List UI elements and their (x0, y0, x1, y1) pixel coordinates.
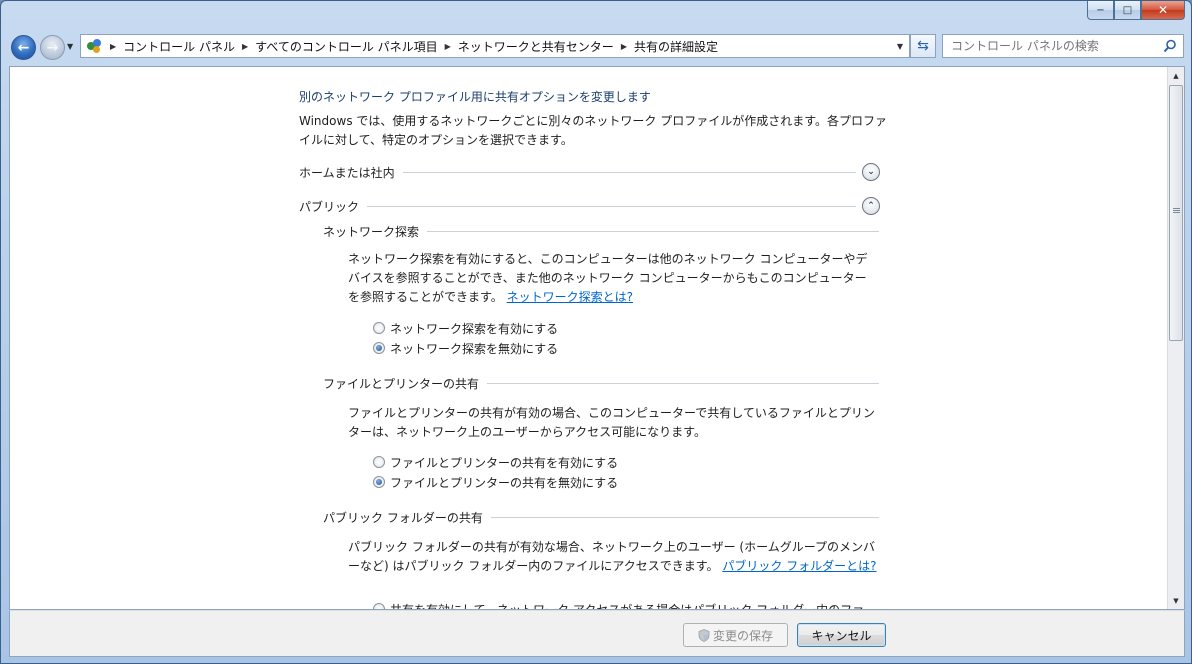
divider (490, 516, 879, 518)
public-folder-header: パブリック フォルダーの共有 (323, 508, 879, 526)
recent-pages-dropdown[interactable]: ▼ (67, 42, 73, 51)
radio-label: ファイルとプリンターの共有を無効にする (390, 475, 619, 490)
save-changes-button[interactable]: 変更の保存 (683, 623, 788, 647)
minimize-button[interactable]: − (1087, 1, 1114, 20)
radio-button-checked[interactable] (373, 342, 385, 354)
profile-public-header[interactable]: パブリック ⌃ (299, 196, 880, 216)
caption-buttons: − □ ✕ (1087, 1, 1185, 20)
address-dropdown-icon[interactable]: ▼ (891, 42, 909, 51)
divider (427, 230, 879, 232)
radio-button[interactable] (373, 456, 385, 468)
profile-home-label: ホームまたは社内 (299, 165, 395, 180)
radio-file-printer-on[interactable]: ファイルとプリンターの共有を有効にする (373, 453, 618, 471)
search-icon[interactable] (1163, 39, 1177, 53)
network-discovery-header: ネットワーク探索 (323, 222, 879, 240)
chevron-right-icon[interactable]: ▶ (445, 42, 451, 51)
forward-arrow-icon: → (46, 39, 59, 56)
file-printer-desc: ファイルとプリンターの共有が有効の場合、このコンピューターで共有しているファイル… (348, 406, 875, 439)
chevron-right-icon[interactable]: ▶ (110, 42, 116, 51)
forward-button[interactable]: → (40, 35, 65, 60)
breadcrumb-network-center[interactable]: ネットワークと共有センター (458, 38, 614, 55)
breadcrumb-all-items[interactable]: すべてのコントロール パネル項目 (255, 38, 438, 55)
chevron-right-icon[interactable]: ▶ (621, 42, 627, 51)
breadcrumb-control-panel[interactable]: コントロール パネル (123, 38, 235, 55)
radio-label: ネットワーク探索を有効にする (390, 321, 559, 336)
radio-label: 共有を有効にして、ネットワーク アクセスがある場合はパブリック フォルダー内のフ… (390, 602, 865, 610)
network-discovery-label: ネットワーク探索 (323, 224, 420, 239)
radio-file-printer-off[interactable]: ファイルとプリンターの共有を無効にする (373, 473, 618, 491)
radio-button[interactable] (373, 322, 385, 334)
scroll-up-arrow-icon[interactable]: ▲ (1168, 67, 1184, 84)
address-bar[interactable]: ▶ コントロール パネル ▶ すべてのコントロール パネル項目 ▶ ネットワーク… (80, 34, 910, 58)
file-printer-label: ファイルとプリンターの共有 (323, 376, 480, 391)
divider (487, 382, 879, 384)
navigation-bar: ← → ▼ ▶ コントロール パネル ▶ すべてのコントロール パネル項目 ▶ … (1, 29, 1191, 65)
public-folder-desc: パブリック フォルダーの共有が有効な場合、ネットワーク上のユーザー (ホームグル… (348, 538, 878, 576)
public-folder-label: パブリック フォルダーの共有 (323, 510, 483, 525)
file-printer-header: ファイルとプリンターの共有 (323, 374, 879, 392)
divider (402, 171, 856, 173)
chevron-right-icon[interactable]: ▶ (242, 42, 248, 51)
profile-home-header[interactable]: ホームまたは社内 ⌄ (299, 162, 880, 182)
radio-button[interactable] (373, 603, 385, 609)
control-panel-icon (85, 38, 103, 54)
scroll-thumb[interactable] (1169, 85, 1183, 341)
divider (367, 205, 856, 207)
save-button-label: 変更の保存 (712, 628, 773, 643)
maximize-button[interactable]: □ (1114, 1, 1141, 20)
command-bar: 変更の保存 キャンセル (9, 610, 1185, 657)
intro-text: Windows では、使用するネットワークごとに別々のネットワーク プロファイル… (299, 114, 887, 147)
public-folder-help-link[interactable]: パブリック フォルダーとは? (722, 559, 876, 573)
expand-chevron-icon[interactable]: ⌄ (862, 163, 880, 181)
radio-public-folder-on[interactable]: 共有を有効にして、ネットワーク アクセスがある場合はパブリック フォルダー内のフ… (373, 600, 865, 610)
page-title-link: 別のネットワーク プロファイル用に共有オプションを変更します (299, 90, 651, 104)
refresh-icon: ⇆ (917, 38, 929, 54)
radio-label: ファイルとプリンターの共有を有効にする (390, 455, 619, 470)
network-discovery-desc: ネットワーク探索を有効にすると、このコンピューターは他のネットワーク コンピュー… (348, 250, 878, 307)
profile-public-label: パブリック (299, 199, 360, 214)
radio-label: ネットワーク探索を無効にする (390, 341, 559, 356)
radio-network-discovery-on[interactable]: ネットワーク探索を有効にする (373, 319, 558, 337)
explorer-window: − □ ✕ ← → ▼ ▶ コントロール パネル ▶ すべてのコントロール パネ… (0, 0, 1192, 664)
search-input[interactable] (951, 39, 1151, 53)
cancel-button[interactable]: キャンセル (797, 623, 886, 647)
content-pane: 別のネットワーク プロファイル用に共有オプションを変更します Windows で… (9, 66, 1185, 610)
radio-network-discovery-off[interactable]: ネットワーク探索を無効にする (373, 339, 558, 357)
grip-icon (1173, 208, 1180, 214)
network-discovery-help-link[interactable]: ネットワーク探索とは? (507, 290, 633, 304)
scroll-down-arrow-icon[interactable]: ▼ (1168, 592, 1184, 609)
vertical-scrollbar[interactable]: ▲ ▼ (1167, 67, 1184, 609)
back-button[interactable]: ← (11, 35, 36, 60)
back-arrow-icon: ← (17, 39, 30, 56)
breadcrumb-advanced-sharing[interactable]: 共有の詳細設定 (634, 38, 718, 55)
close-button[interactable]: ✕ (1141, 1, 1185, 20)
refresh-button[interactable]: ⇆ (910, 34, 936, 58)
search-box[interactable] (942, 34, 1184, 58)
collapse-chevron-icon[interactable]: ⌃ (862, 197, 880, 215)
uac-shield-icon (698, 628, 710, 642)
radio-button-checked[interactable] (373, 476, 385, 488)
